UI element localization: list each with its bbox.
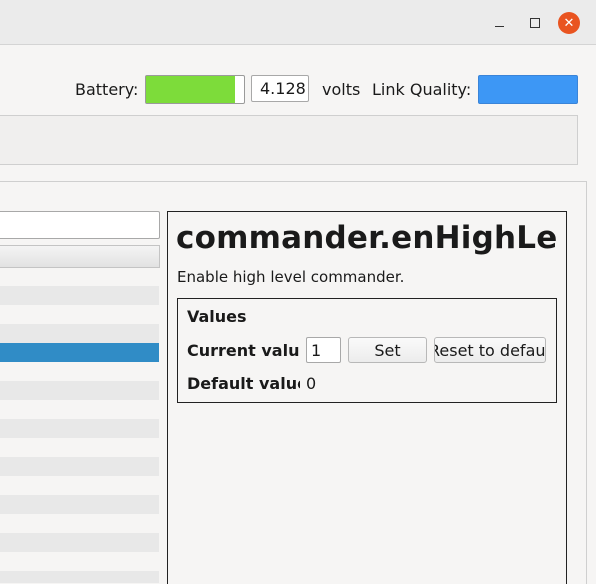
volts-unit-label: volts [322,80,361,99]
parameter-filter-input[interactable] [0,211,160,239]
parameter-row[interactable] [0,362,159,381]
parameter-row[interactable] [0,381,159,400]
parameter-row[interactable] [0,457,159,476]
current-value-input[interactable]: 1 [306,337,341,363]
connection-panel [0,115,578,165]
values-heading: Values [187,307,247,326]
default-value: 0 [306,374,317,393]
parameter-description: Enable high level commander. [177,268,405,286]
battery-label: Battery: [75,80,139,99]
battery-level-fill [146,76,235,103]
link-quality-label: Link Quality: [372,80,472,99]
parameter-row[interactable] [0,552,159,571]
minimize-button[interactable] [488,12,510,34]
parameter-row[interactable] [0,476,159,495]
parameter-row[interactable] [0,400,159,419]
current-value-label: Current value [187,341,300,360]
minimize-icon [494,25,504,27]
parameter-row[interactable] [0,495,159,514]
parameter-row[interactable] [0,571,159,583]
parameter-row[interactable] [0,533,159,552]
parameter-row[interactable] [0,305,159,324]
default-value-label: Default value [187,374,300,393]
parameter-row[interactable] [0,419,159,438]
reset-button-label: Reset to default [435,341,546,360]
parameter-row[interactable] [0,267,159,286]
parameter-row[interactable] [0,286,159,305]
parameter-row-selected[interactable] [0,343,159,362]
parameter-tree[interactable] [0,267,159,583]
maximize-button[interactable] [524,12,546,34]
parameter-row[interactable] [0,514,159,533]
parameter-row[interactable] [0,324,159,343]
close-icon: ✕ [563,15,575,31]
parameter-row[interactable] [0,438,159,457]
link-quality-bar [478,75,578,104]
parameter-title: commander.enHighLevel [176,220,557,256]
reset-to-default-button[interactable]: Reset to default [434,337,546,363]
maximize-icon [530,18,540,28]
set-button[interactable]: Set [348,337,427,363]
battery-voltage-field[interactable]: 4.128 [251,75,309,102]
parameter-list-header[interactable] [0,245,160,268]
close-button[interactable]: ✕ [558,12,580,34]
